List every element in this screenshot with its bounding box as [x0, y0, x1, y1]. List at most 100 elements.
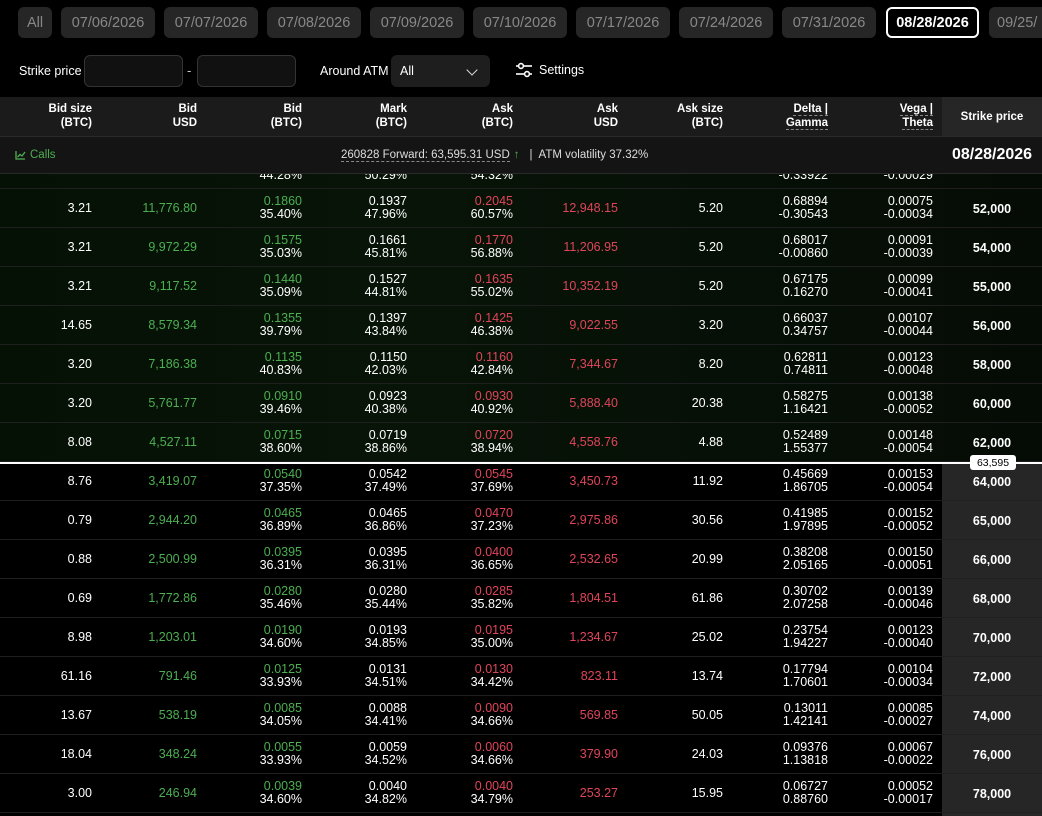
ask-size[interactable]: 15.95	[692, 787, 723, 800]
bid-btc[interactable]: 0.0910	[264, 390, 302, 403]
bid-btc[interactable]: 0.1355	[264, 312, 302, 325]
ask-size[interactable]: 5.20	[699, 202, 723, 215]
column-header[interactable]: Vega | Theta	[833, 102, 933, 130]
ask-btc[interactable]: 0.0720	[475, 429, 513, 442]
ask-usd[interactable]: 4,558.76	[569, 436, 618, 449]
ask-btc[interactable]: 0.1635	[475, 273, 513, 286]
tab-date[interactable]: 07/24/2026	[679, 7, 773, 38]
ask-btc[interactable]: 0.0470	[475, 507, 513, 520]
bid-usd[interactable]: 791.46	[159, 670, 197, 683]
bid-btc[interactable]: 0.0280	[264, 585, 302, 598]
ask-size[interactable]: 61.86	[692, 592, 723, 605]
ask-btc[interactable]: 0.1160	[476, 351, 513, 364]
bid-btc[interactable]: 0.0465	[264, 507, 302, 520]
around-atm-select[interactable]: All	[391, 55, 490, 87]
ask-usd[interactable]: 823.11	[581, 670, 618, 683]
bid-size[interactable]: 14.65	[61, 319, 92, 332]
ask-btc[interactable]: 0.0930	[475, 390, 513, 403]
ask-btc[interactable]: 0.1425	[475, 312, 513, 325]
bid-usd[interactable]: 246.94	[159, 787, 197, 800]
tab-date[interactable]: 07/17/2026	[576, 7, 670, 38]
table-row[interactable]: 8.76 3,419.07 0.0540 37.35% 0.0542 37.49% 0.05…	[0, 462, 1042, 501]
column-header[interactable]: Bid size (BTC)	[0, 102, 92, 130]
bid-btc[interactable]: 0.1860	[264, 195, 302, 208]
ask-usd[interactable]: 569.85	[580, 709, 618, 722]
bid-usd[interactable]: 5,761.77	[148, 397, 197, 410]
ask-btc[interactable]: 0.1770	[475, 234, 513, 247]
ask-usd[interactable]: 7,344.67	[569, 358, 618, 371]
column-header[interactable]: Mark (BTC)	[307, 102, 407, 130]
ask-usd[interactable]: 9,022.55	[569, 319, 618, 332]
ask-size[interactable]: 5.20	[699, 280, 723, 293]
bid-size[interactable]: 0.69	[68, 592, 92, 605]
tab-date[interactable]: 07/10/2026	[473, 7, 567, 38]
ask-size[interactable]: 25.02	[692, 631, 723, 644]
ask-usd[interactable]: 2,532.65	[569, 553, 618, 566]
bid-size[interactable]: 3.00	[68, 787, 92, 800]
bid-usd[interactable]: 2,500.99	[148, 553, 197, 566]
bid-size[interactable]: 3.21	[68, 241, 92, 254]
ask-size[interactable]: 50.05	[692, 709, 723, 722]
bid-size[interactable]: 13.67	[61, 709, 92, 722]
column-header[interactable]: Bid USD	[97, 102, 197, 130]
tab-date[interactable]: All	[18, 7, 52, 38]
table-row[interactable]: 61.16 791.46 0.0125 33.93% 0.0131 34.51% 0.013…	[0, 657, 1042, 696]
bid-size[interactable]: 8.08	[68, 436, 92, 449]
bid-btc[interactable]: 0.0085	[264, 702, 302, 715]
tab-date[interactable]: 07/07/2026	[164, 7, 258, 38]
table-row[interactable]: 0.69 1,772.86 0.0280 35.46% 0.0280 35.44% 0.02…	[0, 579, 1042, 618]
bid-btc[interactable]: 0.0055	[264, 741, 302, 754]
bid-size[interactable]: 3.20	[68, 397, 92, 410]
bid-btc[interactable]: 0.0190	[264, 624, 302, 637]
table-row[interactable]: 8.98 1,203.01 0.0190 34.60% 0.0193 34.85% 0.01…	[0, 618, 1042, 657]
ask-usd[interactable]: 1,234.67	[569, 631, 618, 644]
table-row[interactable]: 3.20 5,761.77 0.0910 39.46% 0.0923 40.38% 0.09…	[0, 384, 1042, 423]
bid-btc[interactable]: 0.1135	[265, 351, 302, 364]
bid-usd[interactable]: 4,527.11	[149, 436, 197, 449]
ask-usd[interactable]: 12,948.15	[562, 202, 618, 215]
bid-usd[interactable]: 348.24	[159, 748, 197, 761]
ask-btc[interactable]: 0.0285	[475, 585, 513, 598]
ask-size[interactable]: 8.20	[699, 358, 723, 371]
bid-usd[interactable]: 1,203.01	[148, 631, 197, 644]
ask-btc[interactable]: 0.0195	[475, 624, 513, 637]
strike-min-input[interactable]	[84, 55, 183, 87]
ask-size[interactable]: 11.92	[693, 475, 723, 488]
table-row[interactable]: 3.20 7,186.38 0.1135 40.83% 0.1150 42.03% 0.11…	[0, 345, 1042, 384]
bid-usd[interactable]: 7,186.38	[148, 358, 197, 371]
ask-btc[interactable]: 0.0090	[475, 702, 513, 715]
bid-size[interactable]: 3.20	[68, 358, 92, 371]
tab-date[interactable]: 08/28/2026	[886, 7, 979, 38]
column-header[interactable]: Ask USD	[518, 102, 618, 130]
ask-btc[interactable]: 0.0400	[475, 546, 513, 559]
tab-date[interactable]: 07/08/2026	[267, 7, 361, 38]
tab-date[interactable]: 07/06/2026	[61, 7, 155, 38]
ask-btc[interactable]: 0.0545	[475, 468, 513, 481]
bid-size[interactable]: 61.16	[61, 670, 92, 683]
bid-usd[interactable]: 9,972.29	[148, 241, 197, 254]
settings-button[interactable]: Settings	[515, 62, 584, 78]
bid-btc[interactable]: 0.0540	[264, 468, 302, 481]
ask-usd[interactable]: 1,804.51	[569, 592, 618, 605]
bid-btc[interactable]: 0.0125	[264, 663, 302, 676]
ask-usd[interactable]: 2,975.86	[569, 514, 618, 527]
ask-usd[interactable]: 3,450.73	[569, 475, 618, 488]
ask-size[interactable]: 20.38	[692, 397, 723, 410]
table-row[interactable]: 3.21 11,776.80 0.1860 35.40% 0.1937 47.96% 0.2…	[0, 189, 1042, 228]
bid-usd[interactable]: 9,117.52	[149, 280, 197, 293]
table-row[interactable]: 3.00 246.94 0.0039 34.60% 0.0040 34.82% 0.0040…	[0, 774, 1042, 813]
ask-usd[interactable]: 253.27	[580, 787, 618, 800]
column-header[interactable]: Ask (BTC)	[413, 102, 513, 130]
column-header[interactable]: Ask size (BTC)	[623, 102, 723, 130]
bid-btc[interactable]: 0.1440	[264, 273, 302, 286]
calls-toggle[interactable]: Calls	[15, 149, 56, 161]
bid-usd[interactable]: 11,776.80	[142, 202, 197, 215]
ask-btc[interactable]: 0.0130	[475, 663, 513, 676]
bid-size[interactable]: 3.21	[68, 280, 92, 293]
bid-size[interactable]: 8.98	[68, 631, 92, 644]
ask-size[interactable]: 5.20	[699, 241, 723, 254]
table-row[interactable]: 14.65 8,579.34 0.1355 39.79% 0.1397 43.84% 0.1…	[0, 306, 1042, 345]
tab-date[interactable]: 07/31/2026	[782, 7, 876, 38]
table-row[interactable]: 0.79 2,944.20 0.0465 36.89% 0.0465 36.86% 0.04…	[0, 501, 1042, 540]
table-row[interactable]: 18.04 348.24 0.0055 33.93% 0.0059 34.52% 0.006…	[0, 735, 1042, 774]
